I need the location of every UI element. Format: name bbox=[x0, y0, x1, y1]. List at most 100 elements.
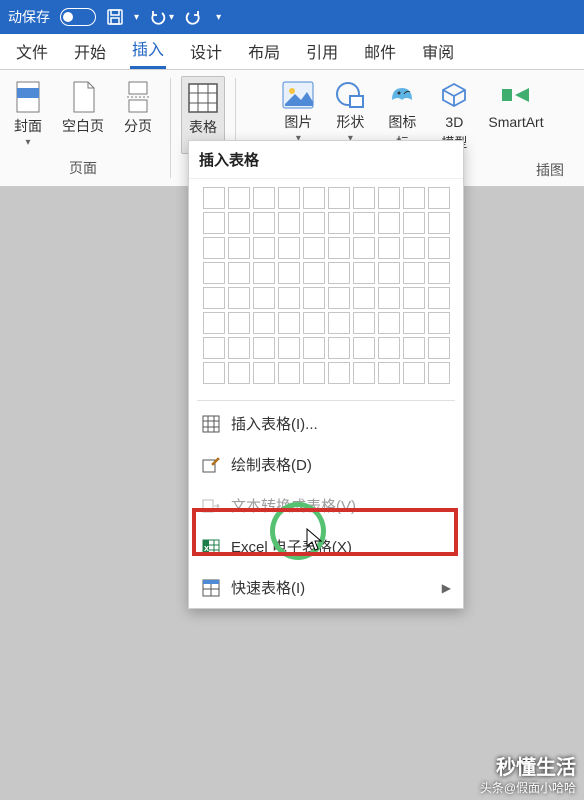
grid-cell[interactable] bbox=[303, 337, 325, 359]
grid-cell[interactable] bbox=[378, 337, 400, 359]
blank-page-button[interactable]: 空白页 bbox=[58, 76, 108, 139]
grid-cell[interactable] bbox=[328, 212, 350, 234]
grid-cell[interactable] bbox=[403, 262, 425, 284]
grid-cell[interactable] bbox=[353, 312, 375, 334]
grid-cell[interactable] bbox=[253, 287, 275, 309]
qat-redo-button[interactable] bbox=[184, 9, 202, 25]
grid-cell[interactable] bbox=[253, 337, 275, 359]
grid-cell[interactable] bbox=[253, 187, 275, 209]
grid-cell[interactable] bbox=[203, 287, 225, 309]
grid-cell[interactable] bbox=[403, 287, 425, 309]
autosave-toggle[interactable] bbox=[60, 8, 96, 26]
grid-cell[interactable] bbox=[303, 362, 325, 384]
grid-cell[interactable] bbox=[203, 212, 225, 234]
grid-cell[interactable] bbox=[203, 362, 225, 384]
grid-cell[interactable] bbox=[403, 312, 425, 334]
grid-cell[interactable] bbox=[428, 287, 450, 309]
grid-cell[interactable] bbox=[428, 212, 450, 234]
grid-cell[interactable] bbox=[228, 212, 250, 234]
grid-cell[interactable] bbox=[328, 362, 350, 384]
grid-cell[interactable] bbox=[228, 362, 250, 384]
grid-cell[interactable] bbox=[428, 362, 450, 384]
cover-page-button[interactable]: 封面 ▾ bbox=[6, 76, 50, 152]
qat-overflow-icon[interactable]: ▾ bbox=[216, 12, 221, 23]
grid-cell[interactable] bbox=[278, 337, 300, 359]
grid-cell[interactable] bbox=[428, 237, 450, 259]
grid-cell[interactable] bbox=[353, 337, 375, 359]
grid-cell[interactable] bbox=[203, 187, 225, 209]
grid-cell[interactable] bbox=[228, 312, 250, 334]
grid-cell[interactable] bbox=[403, 212, 425, 234]
grid-cell[interactable] bbox=[428, 262, 450, 284]
grid-cell[interactable] bbox=[353, 287, 375, 309]
quick-tables-item[interactable]: 快速表格(I) ▶ bbox=[189, 567, 463, 608]
grid-cell[interactable] bbox=[328, 312, 350, 334]
grid-cell[interactable] bbox=[353, 237, 375, 259]
grid-cell[interactable] bbox=[303, 212, 325, 234]
grid-cell[interactable] bbox=[278, 187, 300, 209]
grid-cell[interactable] bbox=[203, 237, 225, 259]
grid-cell[interactable] bbox=[278, 287, 300, 309]
tab-review[interactable]: 审阅 bbox=[420, 31, 456, 69]
grid-cell[interactable] bbox=[228, 262, 250, 284]
grid-cell[interactable] bbox=[328, 237, 350, 259]
grid-cell[interactable] bbox=[278, 262, 300, 284]
qat-undo-button[interactable]: ▾ bbox=[149, 9, 174, 25]
qat-save-button[interactable] bbox=[106, 8, 124, 26]
grid-cell[interactable] bbox=[278, 212, 300, 234]
excel-spreadsheet-item[interactable]: x Excel 电子表格(X) bbox=[189, 526, 463, 567]
grid-cell[interactable] bbox=[228, 187, 250, 209]
grid-cell[interactable] bbox=[303, 187, 325, 209]
grid-cell[interactable] bbox=[228, 237, 250, 259]
grid-cell[interactable] bbox=[378, 187, 400, 209]
tab-insert[interactable]: 插入 bbox=[130, 28, 166, 69]
grid-cell[interactable] bbox=[328, 287, 350, 309]
grid-cell[interactable] bbox=[378, 237, 400, 259]
table-grid-picker[interactable] bbox=[189, 179, 463, 398]
grid-cell[interactable] bbox=[253, 262, 275, 284]
grid-cell[interactable] bbox=[303, 237, 325, 259]
tab-design[interactable]: 设计 bbox=[188, 31, 224, 69]
tab-mailings[interactable]: 邮件 bbox=[362, 31, 398, 69]
grid-cell[interactable] bbox=[228, 337, 250, 359]
grid-cell[interactable] bbox=[328, 337, 350, 359]
grid-cell[interactable] bbox=[253, 312, 275, 334]
grid-cell[interactable] bbox=[253, 237, 275, 259]
grid-cell[interactable] bbox=[428, 187, 450, 209]
insert-table-item[interactable]: 插入表格(I)... bbox=[189, 403, 463, 444]
grid-cell[interactable] bbox=[403, 237, 425, 259]
grid-cell[interactable] bbox=[278, 237, 300, 259]
grid-cell[interactable] bbox=[253, 212, 275, 234]
grid-cell[interactable] bbox=[228, 287, 250, 309]
grid-cell[interactable] bbox=[403, 337, 425, 359]
grid-cell[interactable] bbox=[378, 362, 400, 384]
grid-cell[interactable] bbox=[378, 262, 400, 284]
tab-references[interactable]: 引用 bbox=[304, 31, 340, 69]
shapes-button[interactable]: 形状 ▾ bbox=[328, 76, 372, 148]
pictures-button[interactable]: 图片 ▾ bbox=[276, 76, 320, 148]
tab-file[interactable]: 文件 bbox=[14, 31, 50, 69]
grid-cell[interactable] bbox=[203, 337, 225, 359]
grid-cell[interactable] bbox=[278, 362, 300, 384]
grid-cell[interactable] bbox=[253, 362, 275, 384]
grid-cell[interactable] bbox=[403, 362, 425, 384]
grid-cell[interactable] bbox=[328, 262, 350, 284]
tab-home[interactable]: 开始 bbox=[72, 31, 108, 69]
grid-cell[interactable] bbox=[428, 337, 450, 359]
grid-cell[interactable] bbox=[378, 287, 400, 309]
draw-table-item[interactable]: 绘制表格(D) bbox=[189, 444, 463, 485]
grid-cell[interactable] bbox=[353, 262, 375, 284]
smartart-button[interactable]: SmartArt bbox=[484, 76, 547, 135]
grid-cell[interactable] bbox=[378, 212, 400, 234]
grid-cell[interactable] bbox=[428, 312, 450, 334]
grid-cell[interactable] bbox=[403, 187, 425, 209]
grid-cell[interactable] bbox=[353, 212, 375, 234]
tab-layout[interactable]: 布局 bbox=[246, 31, 282, 69]
grid-cell[interactable] bbox=[203, 262, 225, 284]
grid-cell[interactable] bbox=[378, 312, 400, 334]
grid-cell[interactable] bbox=[353, 362, 375, 384]
grid-cell[interactable] bbox=[278, 312, 300, 334]
grid-cell[interactable] bbox=[203, 312, 225, 334]
grid-cell[interactable] bbox=[303, 287, 325, 309]
grid-cell[interactable] bbox=[353, 187, 375, 209]
